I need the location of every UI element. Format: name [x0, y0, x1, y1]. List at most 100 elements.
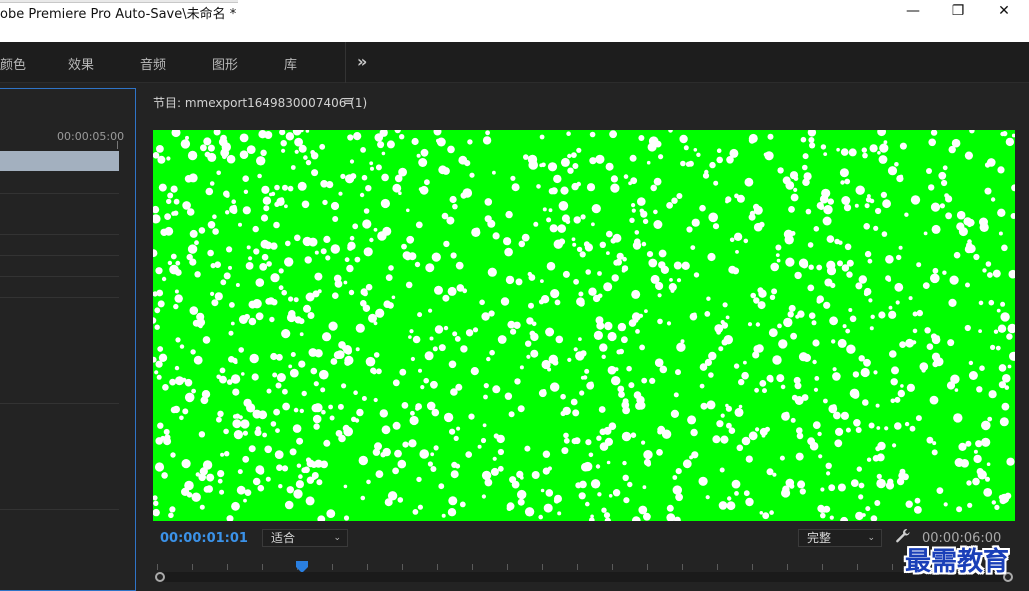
pattern-dot: [433, 130, 442, 136]
pattern-dot: [938, 171, 947, 180]
playback-resolution-select[interactable]: 完整 ⌄: [798, 529, 882, 547]
pattern-dot: [936, 487, 944, 494]
pattern-dot: [153, 317, 157, 324]
pattern-dot: [641, 440, 646, 445]
pattern-dot: [727, 496, 732, 501]
pattern-dot: [269, 316, 275, 323]
pattern-dot: [683, 145, 689, 151]
pattern-dot: [328, 321, 338, 331]
tab-libraries[interactable]: 库: [284, 54, 297, 73]
pattern-dot: [451, 461, 458, 468]
pattern-dot: [294, 316, 302, 324]
pattern-dot: [840, 411, 850, 420]
more-workspaces-icon[interactable]: »: [357, 52, 367, 71]
pattern-dot: [973, 253, 980, 261]
workspace-tab-bar: 颜色 效果 音频 图形 库 »: [0, 42, 1029, 83]
pattern-dot: [873, 225, 879, 231]
pattern-dot: [545, 489, 554, 497]
pattern-dot: [380, 198, 390, 209]
pattern-dot: [245, 262, 254, 270]
pattern-dot: [750, 292, 756, 299]
pattern-dot: [794, 271, 802, 280]
pattern-dot: [836, 147, 840, 152]
pattern-dot: [998, 231, 1003, 236]
pattern-dot: [934, 357, 944, 367]
scrollbar-start-handle[interactable]: [155, 572, 165, 582]
pattern-dot: [1009, 351, 1015, 361]
track-divider: [0, 234, 119, 235]
pattern-dot: [823, 205, 833, 215]
pattern-dot: [449, 428, 456, 435]
pattern-dot: [622, 474, 629, 481]
pattern-dot: [584, 368, 590, 374]
pattern-dot: [192, 319, 200, 327]
pattern-dot: [156, 374, 162, 380]
pattern-dot: [829, 316, 838, 326]
pattern-dot: [443, 412, 454, 423]
pattern-dot: [976, 386, 983, 393]
pattern-dot: [173, 303, 179, 310]
pattern-dot: [817, 431, 822, 437]
pattern-dot: [967, 502, 973, 508]
pattern-dot: [714, 324, 724, 333]
pattern-dot: [558, 238, 566, 245]
minimize-button[interactable]: —: [890, 0, 936, 22]
playhead[interactable]: [295, 558, 309, 573]
zoom-scrollbar[interactable]: [159, 572, 1009, 582]
pattern-dot: [248, 445, 256, 453]
pattern-dot: [580, 375, 585, 380]
pattern-dot: [181, 487, 190, 496]
pattern-dot: [823, 301, 831, 309]
program-monitor-title[interactable]: 节目: mmexport1649830007406 (1): [153, 94, 367, 111]
pattern-dot: [349, 159, 355, 164]
pattern-dot: [554, 299, 561, 306]
pattern-dot: [609, 130, 617, 139]
pattern-dot: [878, 311, 886, 319]
pattern-dot: [846, 344, 856, 354]
pattern-dot: [302, 183, 307, 188]
tab-effects[interactable]: 效果: [68, 54, 94, 73]
pattern-dot: [975, 440, 983, 448]
pattern-dot: [527, 271, 532, 277]
pattern-dot: [548, 208, 553, 213]
source-timeline-panel[interactable]: 00:00:05:00: [0, 88, 136, 591]
pattern-dot: [973, 449, 978, 454]
pattern-dot: [275, 428, 280, 433]
pattern-dot: [442, 294, 450, 302]
pattern-dot: [986, 462, 991, 467]
tab-audio[interactable]: 音频: [140, 54, 166, 73]
time-ruler[interactable]: [157, 560, 1015, 572]
tab-graphics[interactable]: 图形: [212, 54, 238, 73]
pattern-dot: [812, 359, 817, 365]
restore-button[interactable]: ❐: [935, 0, 981, 22]
pattern-dot: [844, 178, 851, 185]
pattern-dot: [519, 475, 524, 480]
current-timecode[interactable]: 00:00:01:01: [160, 531, 248, 546]
pattern-dot: [355, 347, 360, 352]
pattern-dot: [914, 497, 921, 504]
panel-menu-icon[interactable]: ≡: [343, 94, 354, 109]
pattern-dot: [591, 222, 595, 227]
close-button[interactable]: ✕: [981, 0, 1027, 22]
pattern-dot: [626, 365, 632, 372]
pattern-dot: [914, 506, 922, 514]
pattern-dot: [603, 512, 611, 519]
zoom-level-select[interactable]: 适合 ⌄: [262, 529, 348, 547]
clip-bar[interactable]: [0, 151, 119, 171]
pattern-dot: [401, 243, 407, 250]
pattern-dot: [453, 435, 459, 441]
pattern-dot: [360, 147, 366, 153]
pattern-dot: [826, 235, 835, 243]
pattern-dot: [330, 358, 338, 365]
pattern-dot: [406, 235, 415, 244]
tab-color[interactable]: 颜色: [0, 54, 26, 73]
pattern-dot: [948, 145, 956, 154]
pattern-dot: [216, 374, 221, 380]
pattern-dot: [896, 175, 904, 183]
pattern-dot: [167, 192, 174, 199]
pattern-dot: [906, 383, 916, 392]
pattern-dot: [704, 358, 713, 366]
pattern-dot: [912, 328, 918, 334]
pattern-dot: [270, 273, 280, 283]
video-preview[interactable]: [153, 130, 1015, 521]
